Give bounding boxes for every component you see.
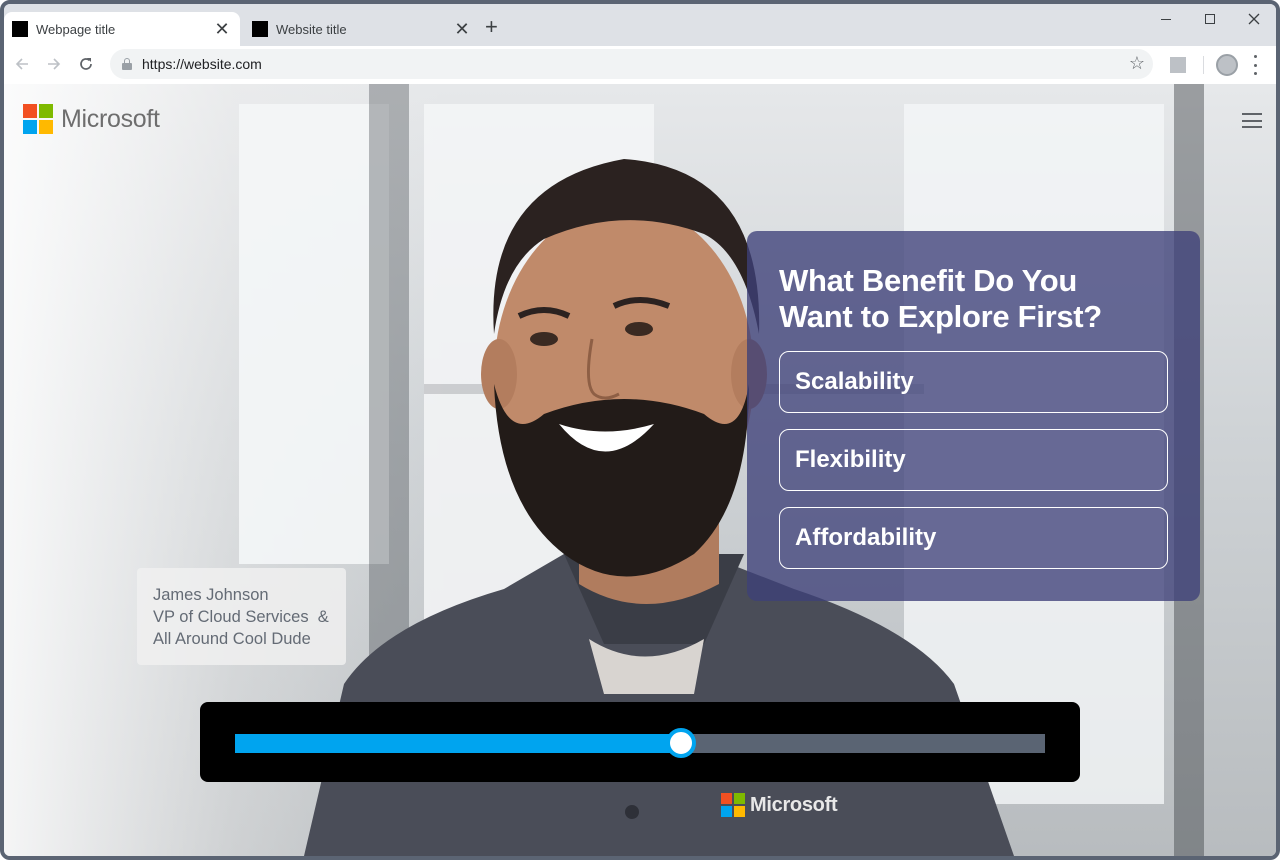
speaker-title-line-2: All Around Cool Dude — [153, 630, 311, 648]
reload-button[interactable] — [74, 52, 98, 76]
logo-square-blue — [23, 120, 37, 134]
microsoft-logo[interactable]: Microsoft — [23, 104, 160, 134]
speaker-title-line-1: VP of Cloud Services & — [153, 608, 329, 626]
window-controls — [1144, 4, 1276, 38]
logo-square-yellow — [39, 120, 53, 134]
question-title-line-1: What Benefit Do You — [779, 263, 1077, 298]
favicon-icon — [252, 21, 268, 37]
arrow-right-icon — [48, 58, 61, 70]
lock-icon — [122, 58, 132, 70]
shirt-microsoft-logo: Microsoft — [721, 793, 838, 817]
option-scalability-button[interactable]: Scalability — [779, 351, 1168, 413]
minimize-button[interactable] — [1144, 4, 1188, 34]
option-affordability-button[interactable]: Affordability — [779, 507, 1168, 569]
extension-icon[interactable] — [1170, 57, 1186, 73]
progress-track[interactable] — [235, 728, 1045, 758]
question-card: What Benefit Do You Want to Explore Firs… — [747, 231, 1200, 601]
toolbar-divider — [1203, 56, 1204, 74]
page-viewport: Microsoft What Benefit Do You Want to Ex… — [4, 84, 1276, 856]
progress-fill — [235, 734, 681, 753]
favicon-icon — [12, 21, 28, 37]
forward-button[interactable] — [42, 52, 66, 76]
profile-avatar[interactable] — [1216, 54, 1238, 76]
close-tab-icon[interactable]: ✕ — [214, 20, 230, 38]
video-progress-bar — [200, 702, 1080, 782]
tab-title: Website title — [276, 21, 347, 37]
speaker-name-tag: James Johnson VP of Cloud Services & All… — [137, 568, 346, 665]
maximize-icon — [1205, 14, 1215, 24]
bookmark-star-icon[interactable]: ☆ — [1129, 54, 1145, 72]
shirt-logo-icon — [721, 793, 745, 817]
hamburger-menu-icon[interactable] — [1242, 113, 1262, 128]
arrow-left-icon — [15, 58, 28, 70]
shirt-wordmark: Microsoft — [750, 793, 838, 816]
logo-square-red — [23, 104, 37, 118]
speaker-name: James Johnson — [153, 586, 269, 604]
back-button[interactable] — [10, 52, 34, 76]
new-tab-button[interactable]: + — [485, 16, 498, 38]
url-text: https://website.com — [142, 56, 262, 72]
browser-window: Webpage title ✕ Website title ✕ + https:… — [0, 0, 1280, 860]
tab-webpage[interactable]: Webpage title ✕ — [4, 12, 240, 46]
browser-menu-button[interactable] — [1253, 55, 1257, 75]
question-title-line-2: Want to Explore First? — [779, 299, 1102, 334]
microsoft-wordmark: Microsoft — [61, 104, 160, 133]
microsoft-logo-icon — [23, 104, 53, 134]
option-flexibility-button[interactable]: Flexibility — [779, 429, 1168, 491]
tab-strip: Webpage title ✕ Website title ✕ + — [4, 4, 1276, 46]
tab-website[interactable]: Website title ✕ — [244, 12, 480, 46]
close-icon — [1248, 13, 1260, 25]
logo-square-green — [39, 104, 53, 118]
address-bar[interactable]: https://website.com ☆ — [110, 49, 1153, 79]
maximize-button[interactable] — [1188, 4, 1232, 34]
tab-title: Webpage title — [36, 21, 116, 37]
window-close-button[interactable] — [1232, 4, 1276, 34]
question-title: What Benefit Do You Want to Explore Firs… — [779, 263, 1168, 335]
progress-scrubber-handle[interactable] — [665, 728, 696, 758]
browser-toolbar: https://website.com ☆ — [4, 46, 1276, 84]
minimize-icon — [1161, 18, 1171, 20]
reload-icon — [80, 58, 92, 70]
close-tab-icon[interactable]: ✕ — [454, 20, 470, 38]
